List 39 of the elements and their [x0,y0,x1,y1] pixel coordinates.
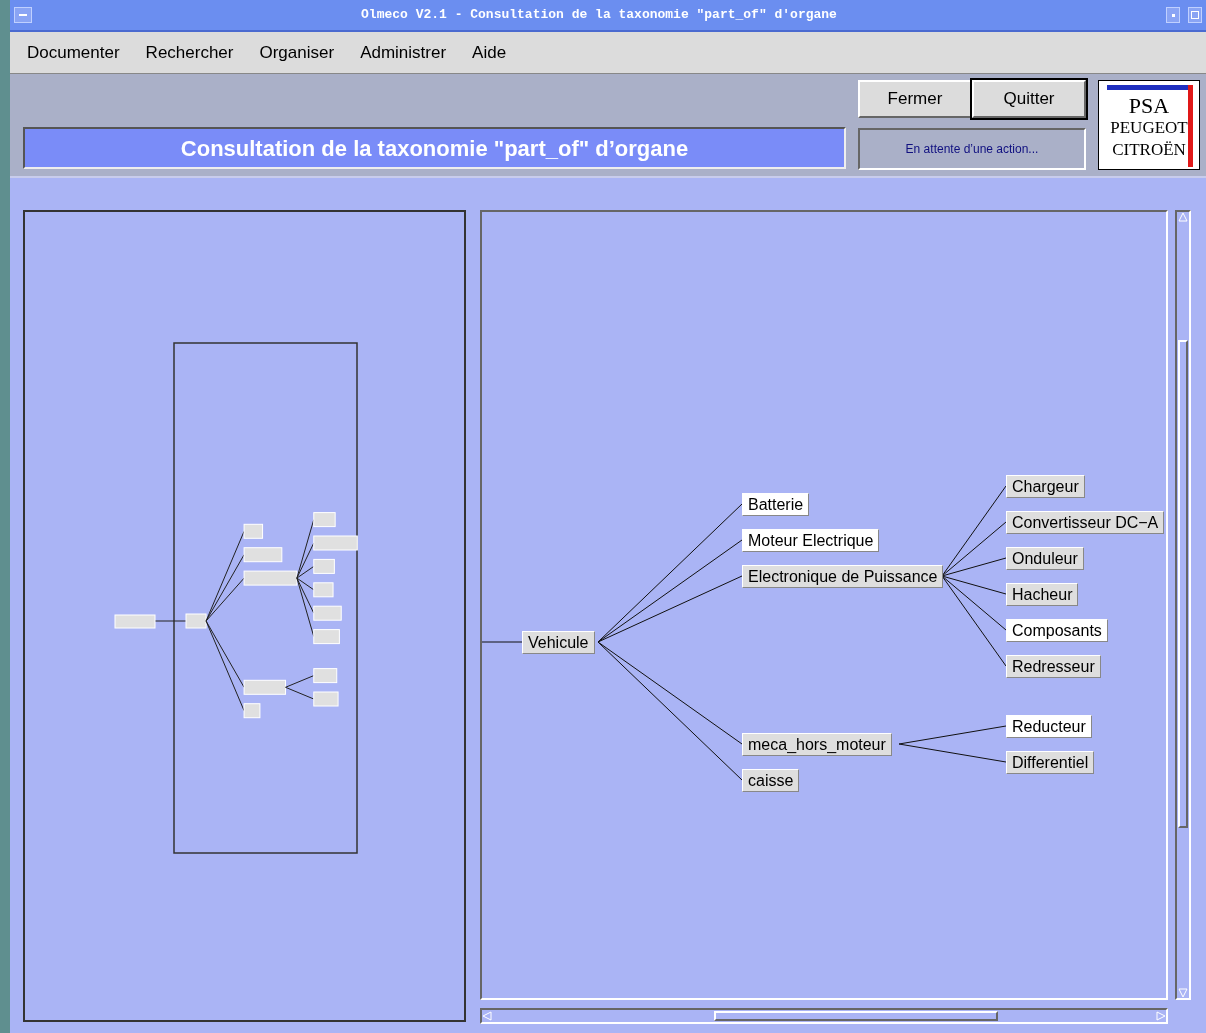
menu-item[interactable]: Organiser [259,39,335,66]
logo-text: PEUGEOT [1110,117,1188,139]
tree-node[interactable]: Composants [1006,619,1108,642]
scrollbar-thumb[interactable] [1178,340,1188,828]
scroll-up-icon[interactable] [1178,212,1188,222]
window-menu-icon[interactable] [14,7,32,23]
connector-line [482,641,523,643]
tree-node[interactable]: Hacheur [1006,583,1079,606]
tree-node[interactable]: Batterie [742,493,810,516]
tree-node[interactable]: Reducteur [1006,715,1092,738]
menu-item[interactable]: Documenter [27,39,120,66]
tree-node[interactable]: Differentiel [1006,751,1095,774]
tree-node[interactable]: Moteur Electrique [742,529,880,552]
maximize-icon[interactable] [1188,7,1202,23]
tree-node[interactable]: Electronique de Puissance [742,565,944,588]
window-title: Olmeco V2.1 - Consultation de la taxonomie "part_of" d'organe [360,6,838,25]
tree-node[interactable]: meca_hors_moteur [742,733,892,756]
menu-item[interactable]: Rechercher [145,39,234,66]
minimize-icon[interactable] [1166,7,1180,23]
scroll-left-icon[interactable] [482,1011,492,1021]
status-text: En attente d’une action... [858,128,1086,170]
logo-text: PSA [1128,95,1170,117]
menu-item[interactable]: Aide [472,39,507,66]
tree-node[interactable]: Redresseur [1006,655,1101,678]
tree-node[interactable]: Onduleur [1006,547,1084,570]
close-button[interactable]: Fermer [858,80,972,118]
scroll-down-icon[interactable] [1178,988,1188,998]
quit-button[interactable]: Quitter [972,80,1086,118]
vertical-scrollbar[interactable] [1175,210,1191,1000]
tree-node[interactable]: Chargeur [1006,475,1085,498]
menu-item[interactable]: Administrer [360,39,447,66]
logo-text: CITROËN [1112,139,1186,161]
tree-node[interactable]: Vehicule [522,631,595,654]
scrollbar-thumb[interactable] [714,1011,998,1021]
tree-node[interactable]: caisse [742,769,800,792]
page-heading: Consultation de la taxonomie "part_of" d’organe [23,127,846,169]
scroll-right-icon[interactable] [1156,1011,1166,1021]
horizontal-scrollbar[interactable] [480,1008,1168,1024]
tree-node[interactable]: Convertisseur DC−A [1006,511,1165,534]
